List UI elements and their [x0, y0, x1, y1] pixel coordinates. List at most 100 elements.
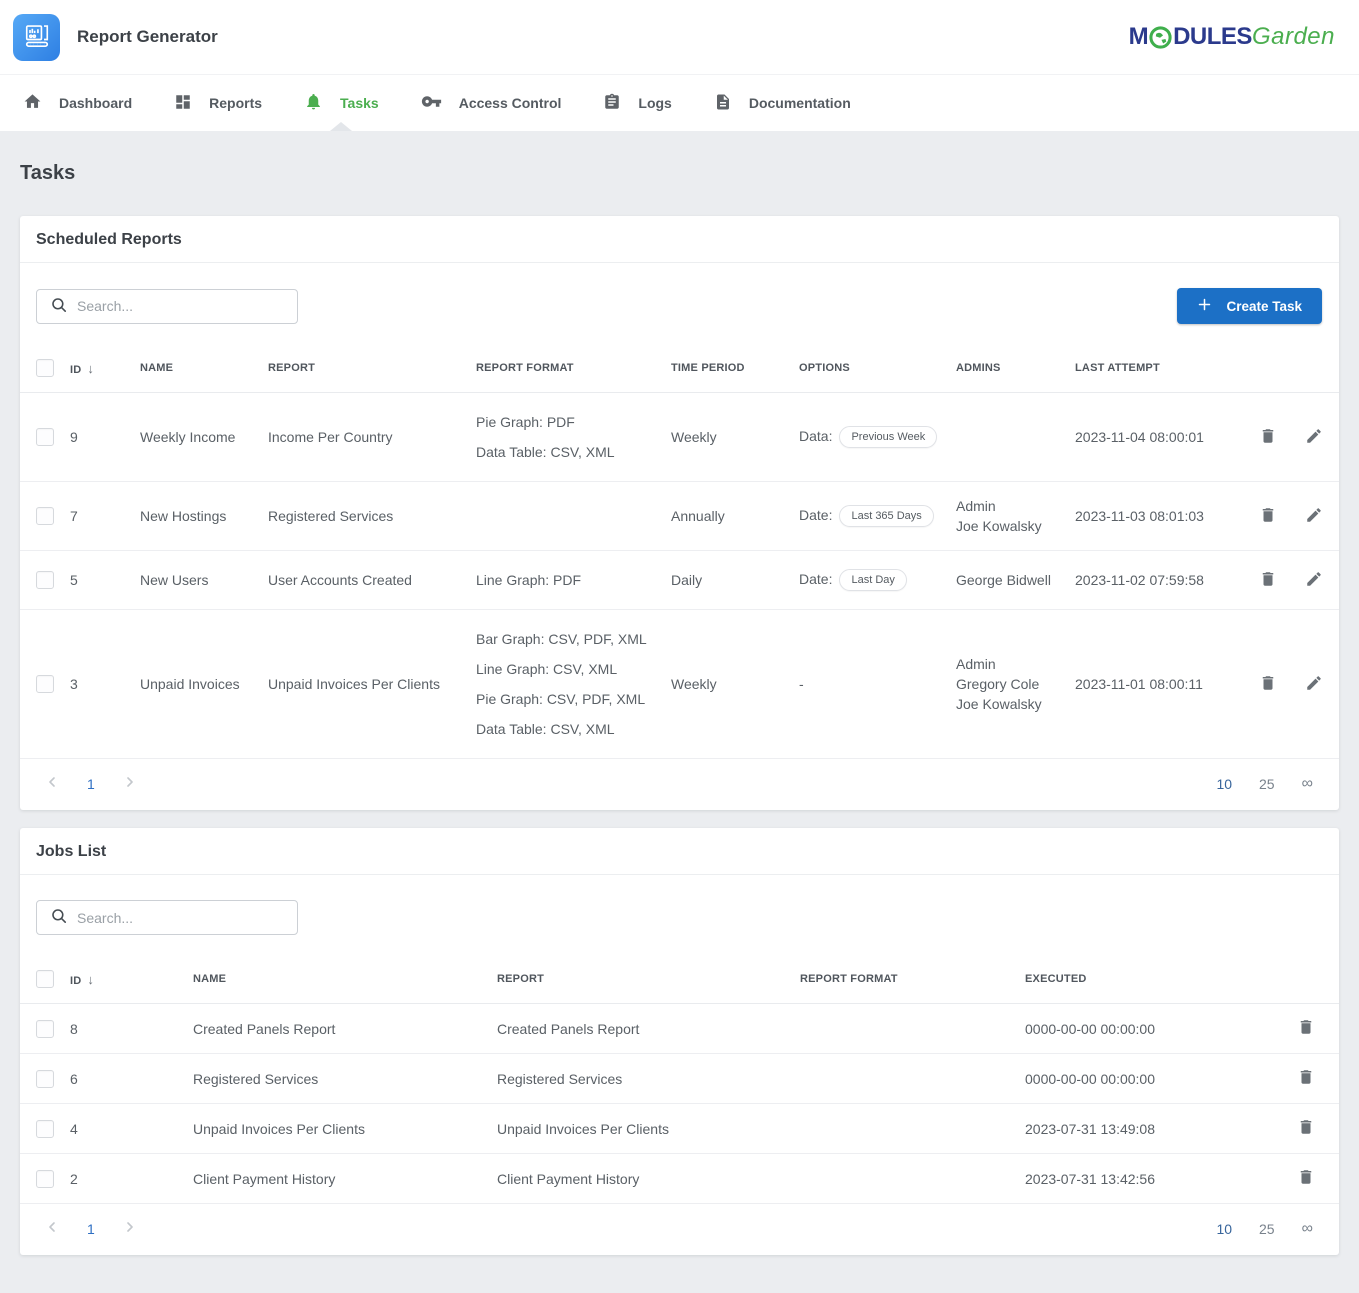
- format-line: Data Table: CSV, XML: [476, 714, 663, 744]
- row-checkbox[interactable]: [36, 507, 54, 525]
- column-header-id[interactable]: ID↓: [70, 955, 193, 1004]
- cell-report: Created Panels Report: [497, 1004, 800, 1054]
- cell-last-attempt: 2023-11-03 08:01:03: [1075, 482, 1235, 551]
- cell-admins: [956, 393, 1075, 482]
- table-row: 5 New Users User Accounts Created Line G…: [20, 551, 1339, 610]
- cell-options: Date:Last 365 Days: [799, 482, 956, 551]
- nav-item-tasks[interactable]: Tasks: [283, 75, 400, 131]
- edit-button[interactable]: [1305, 427, 1323, 448]
- cell-last-attempt: 2023-11-02 07:59:58: [1075, 551, 1235, 610]
- delete-button[interactable]: [1297, 1118, 1315, 1139]
- row-checkbox[interactable]: [36, 1020, 54, 1038]
- modulesgarden-logo: M DULES Garden: [1129, 25, 1335, 49]
- cell-options: Date:Last Day: [799, 551, 956, 610]
- cell-report: Registered Services: [497, 1054, 800, 1104]
- table-row: 6 Registered Services Registered Service…: [20, 1054, 1339, 1104]
- cell-actions: [1245, 1154, 1339, 1204]
- table-row: 2 Client Payment History Client Payment …: [20, 1154, 1339, 1204]
- table-row: 3 Unpaid Invoices Unpaid Invoices Per Cl…: [20, 610, 1339, 759]
- cell-last-attempt: 2023-11-04 08:00:01: [1075, 393, 1235, 482]
- select-all-checkbox[interactable]: [36, 359, 54, 377]
- scheduled-pagination: 1 10 25 ∞: [20, 759, 1339, 810]
- create-task-button[interactable]: Create Task: [1177, 288, 1322, 324]
- cell-id: 7: [70, 482, 140, 551]
- row-checkbox[interactable]: [36, 1170, 54, 1188]
- cell-report: User Accounts Created: [268, 551, 476, 610]
- row-checkbox[interactable]: [36, 571, 54, 589]
- trash-icon: [1259, 674, 1277, 695]
- trash-icon: [1259, 506, 1277, 527]
- jobs-search-input[interactable]: [68, 910, 297, 926]
- cell-id: 4: [70, 1104, 193, 1154]
- nav-label: Tasks: [340, 95, 379, 111]
- jobs-list-card: Jobs List ID↓ NAME: [20, 828, 1339, 1255]
- prev-page-button[interactable]: [44, 774, 60, 793]
- brand-dules: DULES: [1173, 25, 1252, 49]
- cell-id: 5: [70, 551, 140, 610]
- admin-name: Joe Kowalsky: [956, 516, 1067, 536]
- edit-button[interactable]: [1305, 506, 1323, 527]
- cell-name: New Users: [140, 551, 268, 610]
- select-all-checkbox[interactable]: [36, 970, 54, 988]
- column-header-last-attempt: LAST ATTEMPT: [1075, 344, 1235, 393]
- sort-desc-icon: ↓: [87, 972, 94, 987]
- nav-item-reports[interactable]: Reports: [153, 75, 283, 131]
- nav-item-logs[interactable]: Logs: [582, 75, 692, 131]
- edit-button[interactable]: [1305, 674, 1323, 695]
- cell-report-format: [800, 1054, 1025, 1104]
- table-row: 7 New Hostings Registered Services Annua…: [20, 482, 1339, 551]
- column-header-executed: EXECUTED: [1025, 955, 1245, 1004]
- cell-report-format: [476, 482, 671, 551]
- row-checkbox[interactable]: [36, 1120, 54, 1138]
- nav-item-documentation[interactable]: Documentation: [693, 75, 872, 131]
- cell-executed: 0000-00-00 00:00:00: [1025, 1054, 1245, 1104]
- column-header-report: REPORT: [497, 955, 800, 1004]
- delete-button[interactable]: [1259, 570, 1277, 591]
- delete-button[interactable]: [1259, 674, 1277, 695]
- page-size-10[interactable]: 10: [1216, 776, 1232, 792]
- cell-report-format: [800, 1154, 1025, 1204]
- app-header: Report Generator M DULES Garden: [0, 0, 1359, 75]
- column-header-id[interactable]: ID↓: [70, 344, 140, 393]
- scheduled-reports-card: Scheduled Reports Create Task: [20, 216, 1339, 810]
- scheduled-search-box: [36, 289, 298, 324]
- pencil-icon: [1305, 506, 1323, 527]
- page-app-title: Report Generator: [77, 27, 218, 47]
- format-line: Pie Graph: CSV, PDF, XML: [476, 684, 663, 714]
- table-header-row: ID↓ NAME REPORT REPORT FORMAT EXECUTED: [20, 955, 1339, 1004]
- nav-item-access-control[interactable]: Access Control: [400, 75, 583, 131]
- cell-actions: [1245, 1054, 1339, 1104]
- row-checkbox[interactable]: [36, 428, 54, 446]
- trash-icon: [1297, 1168, 1315, 1189]
- delete-button[interactable]: [1297, 1168, 1315, 1189]
- cell-name: New Hostings: [140, 482, 268, 551]
- sort-desc-icon: ↓: [87, 361, 94, 376]
- cell-options: -: [799, 610, 956, 759]
- cell-actions: [1245, 1004, 1339, 1054]
- page-size-all[interactable]: ∞: [1302, 775, 1313, 793]
- edit-button[interactable]: [1305, 570, 1323, 591]
- next-page-button[interactable]: [122, 774, 138, 793]
- document-icon: [714, 93, 732, 114]
- create-task-label: Create Task: [1226, 299, 1302, 314]
- row-checkbox[interactable]: [36, 1070, 54, 1088]
- cell-report: Client Payment History: [497, 1154, 800, 1204]
- delete-button[interactable]: [1297, 1068, 1315, 1089]
- page-number[interactable]: 1: [87, 776, 95, 792]
- clipboard-icon: [603, 93, 621, 114]
- page-controls: 1: [44, 774, 138, 793]
- nav-label: Documentation: [749, 95, 851, 111]
- scheduled-search-input[interactable]: [68, 298, 297, 314]
- delete-button[interactable]: [1259, 427, 1277, 448]
- cell-report-format: [800, 1004, 1025, 1054]
- row-checkbox[interactable]: [36, 675, 54, 693]
- cell-executed: 2023-07-31 13:49:08: [1025, 1104, 1245, 1154]
- delete-button[interactable]: [1297, 1018, 1315, 1039]
- page-size-25[interactable]: 25: [1259, 776, 1275, 792]
- cell-report: Registered Services: [268, 482, 476, 551]
- column-header-time-period: TIME PERIOD: [671, 344, 799, 393]
- nav-item-dashboard[interactable]: Dashboard: [2, 75, 153, 131]
- cell-id: 9: [70, 393, 140, 482]
- cell-executed: 0000-00-00 00:00:00: [1025, 1004, 1245, 1054]
- delete-button[interactable]: [1259, 506, 1277, 527]
